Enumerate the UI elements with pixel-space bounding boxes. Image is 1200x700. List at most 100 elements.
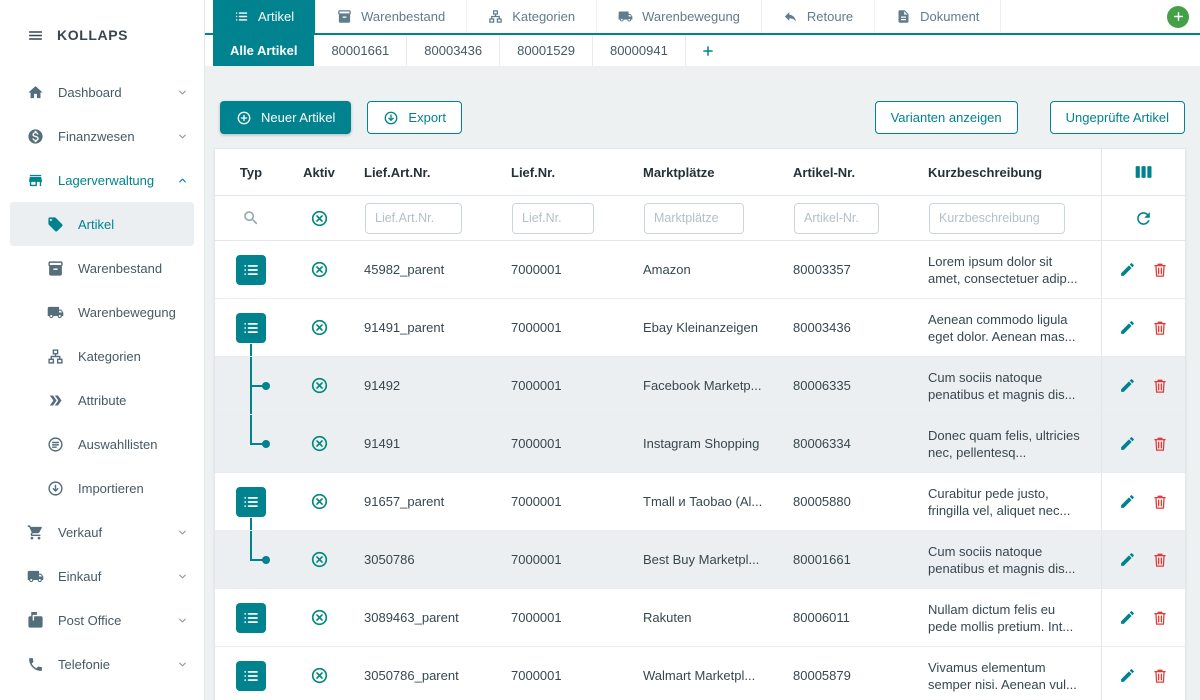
export-button[interactable]: Export	[367, 101, 462, 134]
active-status-icon[interactable]	[310, 492, 329, 511]
refresh-icon[interactable]	[1134, 209, 1153, 228]
active-status-icon[interactable]	[310, 608, 329, 627]
show-variants-button[interactable]: Varianten anzeigen	[875, 101, 1018, 134]
add-tab-button[interactable]	[1167, 6, 1189, 28]
subtab-label: 80000941	[610, 43, 668, 58]
columns-icon[interactable]	[1134, 162, 1154, 182]
sidebar-item-post-office[interactable]: Post Office	[0, 598, 204, 642]
active-status-icon[interactable]	[310, 318, 329, 337]
filter-marktplaetze-input[interactable]	[644, 203, 744, 234]
sidebar-item-auswahllisten[interactable]: Auswahllisten	[0, 422, 204, 466]
active-status-icon[interactable]	[310, 550, 329, 569]
subtab-80003436[interactable]: 80003436	[407, 35, 500, 66]
tab-dokument[interactable]: Dokument	[875, 0, 1001, 33]
table-row[interactable]: 3050786_parent7000001Walmart Marketpl...…	[215, 647, 1185, 700]
filter-lief-nr-input[interactable]	[512, 203, 594, 234]
col-header-marktplaetze[interactable]: Marktplätze	[630, 165, 780, 180]
table-row[interactable]: 91657_parent7000001Tmall и Taobao (Al...…	[215, 473, 1185, 531]
table-row[interactable]: 3089463_parent7000001Rakuten80006011Null…	[215, 589, 1185, 647]
edit-icon[interactable]	[1119, 667, 1136, 684]
brand-logo: KOLLAPS	[57, 27, 128, 43]
col-header-actions	[1101, 149, 1185, 195]
col-header-kurzbeschreibung[interactable]: Kurzbeschreibung	[915, 165, 1101, 180]
subtab-80001661[interactable]: 80001661	[314, 35, 407, 66]
sidebar-item-telefonie[interactable]: Telefonie	[0, 642, 204, 686]
sidebar-item-einkauf[interactable]: Einkauf	[0, 554, 204, 598]
row-variants-button[interactable]	[236, 487, 266, 517]
sidebar-item-lagerverwaltung[interactable]: Lagerverwaltung	[0, 158, 204, 202]
row-actions-cell	[1101, 647, 1185, 700]
active-status-icon[interactable]	[310, 376, 329, 395]
subtab-alle-artikel[interactable]: Alle Artikel	[213, 35, 314, 66]
subtab-80000941[interactable]: 80000941	[593, 35, 686, 66]
table-row[interactable]: 30507867000001Best Buy Marketpl...800016…	[215, 531, 1185, 589]
edit-icon[interactable]	[1119, 609, 1136, 626]
row-variants-button[interactable]	[236, 661, 266, 691]
row-lief-nr: 7000001	[498, 436, 630, 451]
hamburger-menu-icon[interactable]	[27, 27, 44, 44]
tab-warenbestand[interactable]: Warenbestand	[316, 0, 467, 33]
delete-icon[interactable]	[1151, 493, 1169, 511]
active-status-icon[interactable]	[310, 434, 329, 453]
col-header-artikel-nr[interactable]: Artikel-Nr.	[780, 165, 915, 180]
sidebar-item-warenbewegung[interactable]: Warenbewegung	[0, 290, 204, 334]
table-row[interactable]: 914917000001Instagram Shopping80006334Do…	[215, 415, 1185, 473]
sidebar-item-dashboard[interactable]: Dashboard	[0, 70, 204, 114]
sidebar-item-kategorien[interactable]: Kategorien	[0, 334, 204, 378]
add-article-tab-button[interactable]	[686, 35, 730, 66]
row-lief-art-nr: 3050786_parent	[351, 668, 498, 683]
edit-icon[interactable]	[1119, 377, 1136, 394]
table-row[interactable]: 91491_parent7000001Ebay Kleinanzeigen800…	[215, 299, 1185, 357]
subtab-80001529[interactable]: 80001529	[500, 35, 593, 66]
tab-retoure[interactable]: Retoure	[762, 0, 875, 33]
filter-artikel-nr-input[interactable]	[794, 203, 879, 234]
edit-icon[interactable]	[1119, 551, 1136, 568]
delete-icon[interactable]	[1151, 609, 1169, 627]
tab-kategorien[interactable]: Kategorien	[467, 0, 597, 33]
sidebar-item-finanzwesen[interactable]: Finanzwesen	[0, 114, 204, 158]
row-variants-button[interactable]	[236, 313, 266, 343]
unverified-articles-button[interactable]: Ungeprüfte Artikel	[1050, 101, 1185, 134]
sidebar-item-attribute[interactable]: Attribute	[0, 378, 204, 422]
col-header-aktiv[interactable]: Aktiv	[287, 165, 351, 180]
row-variants-button[interactable]	[236, 603, 266, 633]
edit-icon[interactable]	[1119, 493, 1136, 510]
active-status-icon[interactable]	[310, 260, 329, 279]
sidebar-item-importieren[interactable]: Importieren	[0, 466, 204, 510]
plus-circle-icon	[236, 110, 252, 126]
finance-icon	[27, 128, 44, 145]
new-article-button[interactable]: Neuer Artikel	[220, 101, 351, 134]
row-lief-art-nr: 3089463_parent	[351, 610, 498, 625]
row-variants-button[interactable]	[236, 255, 266, 285]
col-header-typ[interactable]: Typ	[215, 165, 287, 180]
tab-artikel[interactable]: Artikel	[213, 0, 316, 33]
delete-icon[interactable]	[1151, 261, 1169, 279]
delete-icon[interactable]	[1151, 435, 1169, 453]
row-marktplatz: Amazon	[630, 262, 780, 277]
sidebar-item-label: Finanzwesen	[58, 129, 163, 144]
sidebar-item-verkauf[interactable]: Verkauf	[0, 510, 204, 554]
edit-icon[interactable]	[1119, 435, 1136, 452]
chevron-down-icon	[177, 571, 188, 582]
delete-icon[interactable]	[1151, 551, 1169, 569]
row-typ-cell	[215, 357, 287, 414]
active-status-icon[interactable]	[310, 666, 329, 685]
col-header-lief-nr[interactable]: Lief.Nr.	[498, 165, 630, 180]
tab-warenbewegung[interactable]: Warenbewegung	[597, 0, 762, 33]
sidebar-item-warenbestand[interactable]: Warenbestand	[0, 246, 204, 290]
col-header-lief-art-nr[interactable]: Lief.Art.Nr.	[351, 165, 498, 180]
delete-icon[interactable]	[1151, 377, 1169, 395]
sidebar-item-artikel[interactable]: Artikel	[10, 202, 194, 246]
table-row[interactable]: 45982_parent7000001Amazon80003357Lorem i…	[215, 241, 1185, 299]
delete-icon[interactable]	[1151, 319, 1169, 337]
row-actions-cell	[1101, 299, 1185, 356]
edit-icon[interactable]	[1119, 261, 1136, 278]
table-row[interactable]: 914927000001Facebook Marketp...80006335C…	[215, 357, 1185, 415]
active-status-filter-icon[interactable]	[310, 209, 329, 228]
filter-lief-art-nr-input[interactable]	[365, 203, 462, 234]
stock-icon	[337, 9, 352, 24]
delete-icon[interactable]	[1151, 667, 1169, 685]
filter-kurzbeschreibung-input[interactable]	[929, 203, 1065, 234]
edit-icon[interactable]	[1119, 319, 1136, 336]
row-artikel-nr: 80005880	[780, 494, 915, 509]
